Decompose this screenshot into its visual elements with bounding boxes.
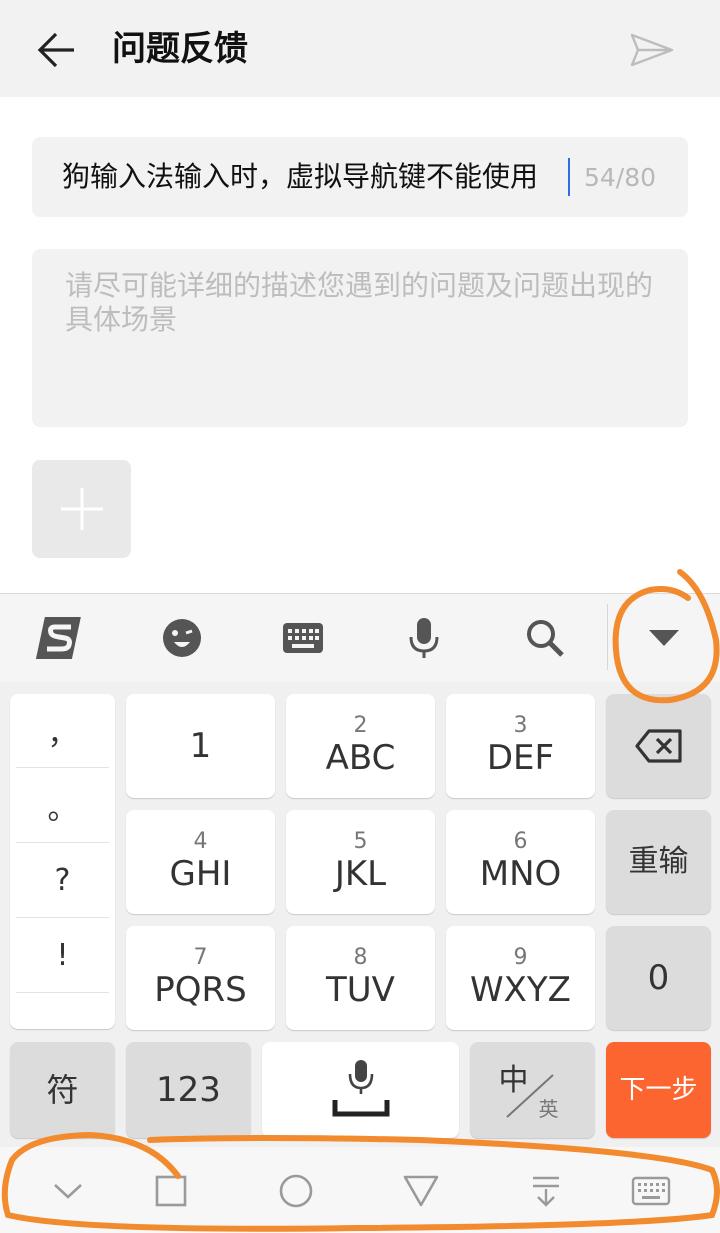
reinput-label: 重输: [628, 844, 689, 879]
lang-divider-icon: [505, 1074, 554, 1118]
nav-keyboard-icon[interactable]: [626, 1169, 676, 1213]
key-9-label: WXYZ: [470, 970, 571, 1010]
description-textarea[interactable]: 请尽可能详细的描述您遇到的问题及问题出现的具体场景: [32, 249, 688, 427]
key-6-digit: 6: [513, 829, 528, 854]
character-counter: 54/80: [583, 163, 656, 192]
punctuation-list[interactable]: ， 。 ? !: [10, 694, 115, 1029]
key-9[interactable]: 9 WXYZ: [446, 926, 595, 1030]
next-step-label: 下一步: [619, 1075, 698, 1105]
key-3[interactable]: 3 DEF: [446, 694, 595, 798]
subject-value: 狗输入法输入时，虚拟导航键不能使用: [62, 160, 539, 193]
key-0-label: 0: [647, 958, 670, 998]
text-cursor: [568, 158, 570, 196]
punctuation-exclamation[interactable]: !: [16, 919, 109, 993]
microphone-icon[interactable]: [394, 608, 454, 668]
key-4[interactable]: 4 GHI: [126, 810, 275, 914]
next-step-key[interactable]: 下一步: [606, 1042, 711, 1138]
space-voice-key[interactable]: [262, 1042, 459, 1138]
emoji-icon[interactable]: [152, 608, 212, 668]
punctuation-period[interactable]: 。: [16, 769, 109, 843]
space-microphone-icon: [332, 1060, 389, 1117]
key-6-label: MNO: [479, 854, 562, 894]
key-3-label: DEF: [486, 738, 555, 778]
key-2[interactable]: 2 ABC: [286, 694, 435, 798]
backspace-icon: [634, 729, 682, 763]
search-icon[interactable]: [515, 608, 575, 668]
key-4-digit: 4: [193, 829, 208, 854]
chevron-down-icon[interactable]: [43, 1169, 93, 1213]
subject-input[interactable]: 狗输入法输入时，虚拟导航键不能使用 54/80: [32, 137, 688, 217]
add-image-button[interactable]: [32, 460, 131, 558]
home-circle-icon[interactable]: [271, 1169, 321, 1213]
key-6[interactable]: 6 MNO: [446, 810, 595, 914]
key-8-label: TUV: [326, 970, 395, 1010]
key-2-digit: 2: [353, 713, 368, 738]
key-9-digit: 9: [513, 945, 528, 970]
key-8-digit: 8: [353, 945, 368, 970]
sogou-logo-icon[interactable]: [31, 608, 91, 668]
key-0[interactable]: 0: [606, 926, 711, 1030]
description-placeholder: 请尽可能详细的描述您遇到的问题及问题出现的具体场景: [65, 269, 654, 336]
reinput-key[interactable]: 重输: [606, 810, 711, 914]
app-bar: 问题反馈: [0, 0, 720, 97]
send-icon[interactable]: [626, 24, 678, 76]
symbols-key[interactable]: 符: [10, 1042, 115, 1138]
key-1-label: 1: [189, 726, 212, 766]
ime-keyboard: ， 。 ? ! 1 2 ABC 3 DEF 4 GHI 5 JKL 6 MNO …: [0, 593, 720, 1147]
chinese-english-toggle-key[interactable]: 中 英: [470, 1042, 595, 1138]
symbols-label: 符: [46, 1071, 79, 1109]
plus-icon: [60, 488, 103, 530]
pull-down-icon[interactable]: [521, 1169, 571, 1213]
key-7[interactable]: 7 PQRS: [126, 926, 275, 1030]
key-5-label: JKL: [334, 854, 387, 894]
key-5-digit: 5: [353, 829, 368, 854]
key-3-digit: 3: [513, 713, 528, 738]
punctuation-question[interactable]: ?: [16, 844, 109, 918]
key-1[interactable]: 1: [126, 694, 275, 798]
toolbar-divider: [607, 604, 608, 670]
back-triangle-icon[interactable]: [396, 1169, 446, 1213]
collapse-keyboard-icon[interactable]: [634, 608, 694, 668]
key-7-label: PQRS: [154, 970, 247, 1010]
punctuation-comma[interactable]: ，: [16, 694, 109, 768]
key-4-label: GHI: [169, 854, 232, 894]
key-2-label: ABC: [325, 738, 396, 778]
back-arrow-icon[interactable]: [30, 24, 82, 76]
key-5[interactable]: 5 JKL: [286, 810, 435, 914]
recent-apps-square-icon[interactable]: [146, 1169, 196, 1213]
backspace-key[interactable]: [606, 694, 711, 798]
key-8[interactable]: 8 TUV: [286, 926, 435, 1030]
page-title: 问题反馈: [112, 29, 248, 69]
lang-english-label: 英: [538, 1097, 559, 1121]
numbers-key[interactable]: 123: [126, 1042, 251, 1138]
key-7-digit: 7: [193, 945, 208, 970]
numbers-label: 123: [156, 1070, 221, 1110]
lang-toggle-glyphs: 中 英: [493, 1055, 573, 1125]
keyboard-icon[interactable]: [273, 608, 333, 668]
system-navigation-bar: [0, 1147, 720, 1233]
keyboard-toolbar: [0, 594, 720, 682]
